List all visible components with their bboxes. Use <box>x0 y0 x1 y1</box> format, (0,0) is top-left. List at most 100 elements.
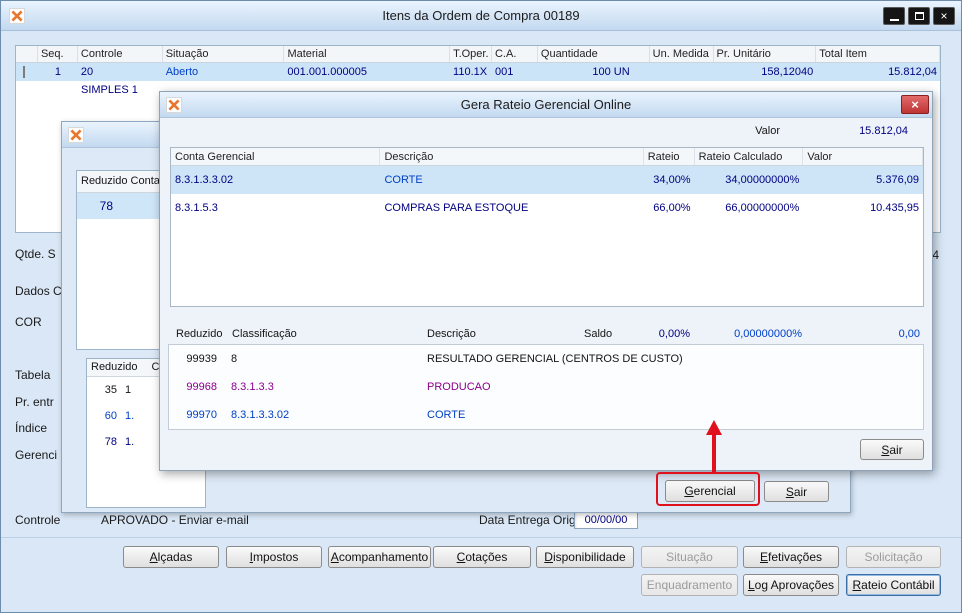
cell-descricao: CORTE <box>384 174 423 186</box>
cell-situacao: Aberto <box>165 66 199 78</box>
solicitacao-button[interactable]: Solicitação <box>846 546 941 568</box>
gerencial-button[interactable]: Gerencial <box>665 480 755 502</box>
cell-seq: 1 <box>54 66 61 78</box>
cell-descricao: COMPRAS PARA ESTOQUE <box>384 202 529 214</box>
column-header-toper: T.Oper. <box>450 46 492 62</box>
label-tabela: Tabela <box>15 368 51 382</box>
acompanhamento-button[interactable]: Acompanhamento <box>328 546 431 568</box>
account-reduzido: 99970 <box>186 409 217 421</box>
cell-controle: 20 <box>80 66 94 78</box>
grid2-reduzido: 78 <box>104 436 117 448</box>
cell-conta: 8.3.1.3.3.02 <box>175 174 234 186</box>
column-header-total-item: Total Item <box>816 46 940 62</box>
maximize-button[interactable] <box>908 7 930 25</box>
impostos-button[interactable]: Impostos <box>226 546 322 568</box>
cell-total-item: 15.812,04 <box>888 66 937 78</box>
maximize-icon <box>914 12 924 20</box>
grid2-cla: 1. <box>125 410 135 422</box>
row-checkbox[interactable] <box>23 66 25 78</box>
summary-reduzido-label: Reduzido <box>176 328 223 340</box>
cell-conta: 8.3.1.5.3 <box>175 202 218 214</box>
modal-title: Gera Rateio Gerencial Online <box>460 97 632 112</box>
account-row[interactable]: 99968 8.3.1.3.3 PRODUCAO <box>169 373 923 401</box>
account-reduzido: 99968 <box>186 381 217 393</box>
close-button[interactable]: × <box>933 7 955 25</box>
enquadramento-button[interactable]: Enquadramento <box>641 574 738 596</box>
column-header-seq: Seq. <box>38 46 78 62</box>
column-header-ca: C.A. <box>492 46 538 62</box>
column-header-valor: Valor <box>803 148 923 165</box>
cotacoes-button[interactable]: Cotações <box>433 546 531 568</box>
log-aprovacoes-button[interactable]: Log Aprovações <box>743 574 839 596</box>
window-controls: × <box>883 7 955 25</box>
rateio-row[interactable]: 8.3.1.3.3.02 CORTE 34,00% 34,00000000% 5… <box>171 166 923 194</box>
account-classificacao: 8 <box>231 353 238 365</box>
summary-saldo-pct-calc: 0,00000000% <box>734 328 802 340</box>
column-header-material: Material <box>284 46 451 62</box>
close-icon: × <box>940 9 948 23</box>
close-icon: × <box>911 97 919 112</box>
grid2-reduzido: 35 <box>104 384 117 396</box>
account-classificacao: 8.3.1.3.3.02 <box>231 409 290 421</box>
account-row[interactable]: 99939 8 RESULTADO GERENCIAL (CENTROS DE … <box>169 345 923 373</box>
alcadas-button[interactable]: Alçadas <box>123 546 219 568</box>
cell-ca: 001 <box>494 66 514 78</box>
minimize-button[interactable] <box>883 7 905 25</box>
column-header-un-medida: Un. Medida <box>650 46 714 62</box>
summary-saldo-pct: 0,00% <box>658 328 690 340</box>
account-descricao: CORTE <box>427 409 466 421</box>
column-header-situacao: Situação <box>163 46 285 62</box>
table-row[interactable]: 1 20 Aberto 001.001.000005 110.1X 001 10… <box>16 63 940 81</box>
cell-rateio: 66,00% <box>653 202 691 214</box>
annotation-arrow <box>712 434 716 473</box>
cell-rateio-calculado: 66,00000000% <box>725 202 800 214</box>
label-cor: COR <box>15 315 42 329</box>
accounts-list: 99939 8 RESULTADO GERENCIAL (CENTROS DE … <box>168 344 924 430</box>
window-title: Itens da Ordem de Compra 00189 <box>382 8 580 23</box>
account-classificacao: 8.3.1.3.3 <box>231 381 274 393</box>
grid2-reduzido: 60 <box>104 410 117 422</box>
valor-value: 15.812,04 <box>859 125 908 137</box>
divider <box>1 537 961 538</box>
cell-valor: 10.435,95 <box>870 202 919 214</box>
cell-valor: 5.376,09 <box>876 174 919 186</box>
grid2-header-reduzido: Reduzido <box>91 361 138 373</box>
account-row[interactable]: 99970 8.3.1.3.3.02 CORTE <box>169 401 923 429</box>
grid2-cla: 1. <box>125 436 135 448</box>
dialog-sair-button[interactable]: Sair <box>764 481 829 502</box>
title-bar: Itens da Ordem de Compra 00189 × <box>1 1 961 31</box>
modal-close-button[interactable]: × <box>901 95 929 114</box>
cell-toper: 110.1X <box>453 66 488 78</box>
column-header-conta-gerencial: Conta Gerencial <box>171 148 381 165</box>
controle-status: APROVADO - Enviar e-mail <box>101 513 249 527</box>
cell-rateio: 34,00% <box>653 174 691 186</box>
reduzido-conta-value: 78 <box>99 199 113 213</box>
situacao-button[interactable]: Situação <box>641 546 738 568</box>
column-header-rateio-calculado: Rateio Calculado <box>695 148 804 165</box>
label-qtde: Qtde. S <box>15 247 56 261</box>
rateio-grid: Conta Gerencial Descrição Rateio Rateio … <box>170 147 924 307</box>
rateio-row[interactable]: 8.3.1.5.3 COMPRAS PARA ESTOQUE 66,00% 66… <box>171 194 923 222</box>
efetivacoes-button[interactable]: Efetivações <box>743 546 839 568</box>
rateio-grid-header: Conta Gerencial Descrição Rateio Rateio … <box>171 148 923 166</box>
label-gerencial: Gerenci <box>15 448 58 462</box>
dialog-icon <box>68 127 84 143</box>
modal-titlebar: Gera Rateio Gerencial Online × <box>160 92 932 118</box>
account-reduzido: 99939 <box>186 353 217 365</box>
column-header-descricao: Descrição <box>380 148 644 165</box>
account-descricao: RESULTADO GERENCIAL (CENTROS DE CUSTO) <box>427 353 683 365</box>
annotation-arrow-head <box>706 420 722 435</box>
label-indice: Índice <box>15 421 48 435</box>
column-header-pr-unitario: Pr. Unitário <box>714 46 817 62</box>
summary-descricao-label: Descrição <box>427 328 476 340</box>
cell-pr-unitario: 158,12040 <box>761 66 814 78</box>
cell-controle-line2: SIMPLES 1 <box>81 84 138 96</box>
account-descricao: PRODUCAO <box>427 381 491 393</box>
disponibilidade-button[interactable]: Disponibilidade <box>536 546 634 568</box>
column-header-controle: Controle <box>78 46 163 62</box>
rateio-contabil-button[interactable]: Rateio Contábil <box>846 574 941 596</box>
items-table-header: Seq. Controle Situação Material T.Oper. … <box>16 46 940 63</box>
modal-sair-button[interactable]: Sair <box>860 439 924 460</box>
minimize-icon <box>889 19 899 21</box>
label-controle: Controle <box>15 513 61 527</box>
